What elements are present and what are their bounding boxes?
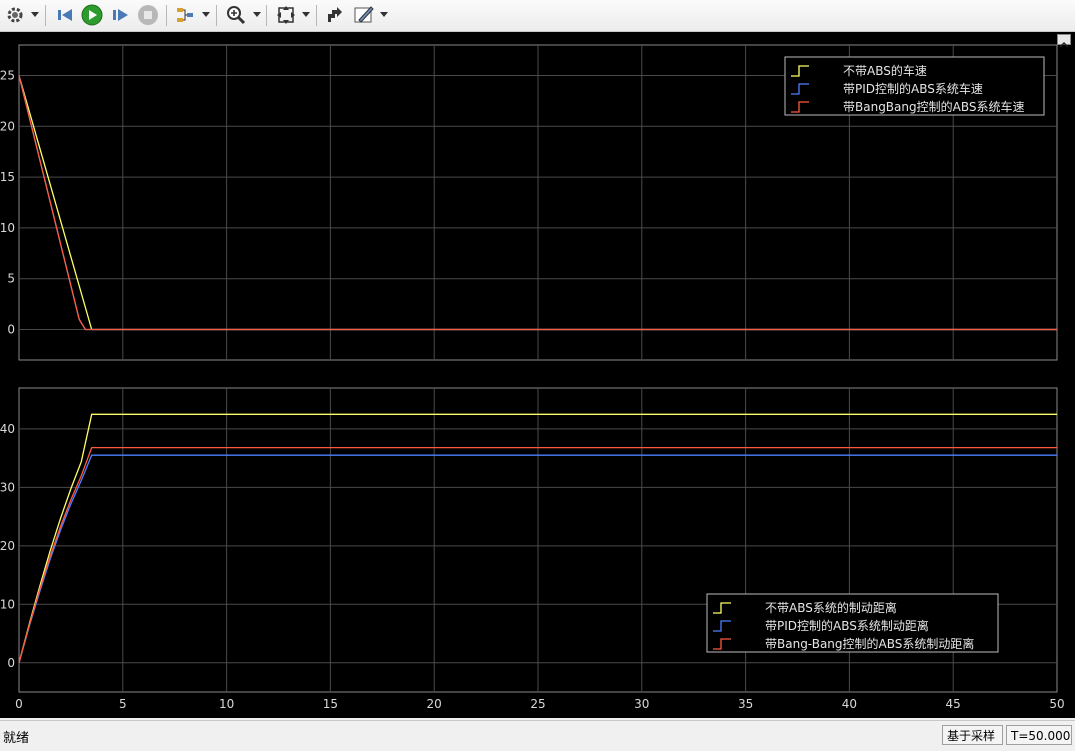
x-tick-label: 0 [15, 697, 23, 711]
y-tick-label: 0 [7, 323, 15, 337]
y-tick-label: 20 [0, 539, 15, 553]
status-text: 就绪 [3, 731, 30, 746]
x-tick-label: 15 [323, 697, 338, 711]
undock-icon[interactable] [1057, 34, 1071, 48]
sample-mode-label: 基于采样 [942, 725, 1003, 745]
x-tick-label: 35 [738, 697, 753, 711]
chevron-down-icon[interactable] [31, 9, 39, 21]
x-tick-label: 50 [1049, 697, 1064, 711]
toolbar-separator [266, 5, 267, 26]
x-tick-label: 40 [842, 697, 857, 711]
y-tick-label: 25 [0, 68, 15, 82]
legend-label: 带PID控制的ABS系统车速 [843, 81, 983, 96]
stop-icon[interactable] [136, 3, 160, 27]
toolbar [0, 0, 1075, 32]
x-tick-label: 25 [530, 697, 545, 711]
y-tick-label: 15 [0, 170, 15, 184]
step-forward-icon[interactable] [108, 3, 132, 27]
toolbar-separator [316, 5, 317, 26]
plot-panel-1: 0 5 10 15 20 25 不带ABS的车速带PID控制的ABS系统车速带BangBan… [0, 44, 1058, 361]
highlight-icon[interactable] [322, 3, 346, 27]
legend-label: 带PID控制的ABS系统制动距离 [765, 618, 929, 633]
chevron-down-icon[interactable] [380, 9, 388, 21]
legend-label: 带BangBang控制的ABS系统车速 [843, 99, 1024, 114]
toolbar-separator [45, 5, 46, 26]
y-tick-label: 30 [0, 480, 15, 494]
x-tick-label: 30 [634, 697, 649, 711]
gear-icon[interactable] [3, 3, 27, 27]
y-tick-label: 0 [7, 656, 15, 670]
signal-select-icon[interactable] [173, 3, 197, 27]
y-tick-label: 20 [0, 119, 15, 133]
chevron-down-icon[interactable] [302, 9, 310, 21]
simulation-time: T=50.000 [1006, 725, 1072, 745]
x-tick-label: 5 [119, 697, 127, 711]
toolbar-separator [166, 5, 167, 26]
autoscale-icon[interactable] [274, 3, 298, 27]
y-tick-label: 5 [7, 272, 15, 286]
measure-icon[interactable] [352, 3, 376, 27]
legend: 不带ABS系统的制动距离带PID控制的ABS系统制动距离带Bang-Bang控制… [706, 593, 999, 653]
y-tick-label: 10 [0, 597, 15, 611]
legend-label: 不带ABS的车速 [843, 63, 927, 78]
x-tick-label: 45 [946, 697, 961, 711]
status-bar: 就绪 基于采样 T=50.000 [0, 720, 1075, 751]
x-tick-label: 10 [219, 697, 234, 711]
chevron-down-icon[interactable] [202, 9, 210, 21]
y-tick-label: 10 [0, 221, 15, 235]
y-tick-label: 40 [0, 422, 15, 436]
scope-display: 0 5 10 15 20 25 不带ABS的车速带PID控制的ABS系统车速带BangBan… [0, 32, 1075, 718]
toolbar-separator [216, 5, 217, 26]
run-icon[interactable] [80, 3, 104, 27]
legend-label: 带Bang-Bang控制的ABS系统制动距离 [765, 636, 974, 651]
step-back-icon[interactable] [53, 3, 77, 27]
scope-plots: 0 5 10 15 20 25 不带ABS的车速带PID控制的ABS系统车速带BangBan… [0, 44, 1065, 711]
chevron-down-icon[interactable] [253, 9, 261, 21]
plot-panel-2: 0 10 20 30 40 0 5 10 15 20 25 30 35 40 45 50 不带ABS系统的制动距… [0, 387, 1065, 711]
zoom-in-icon[interactable] [224, 3, 248, 27]
legend-label: 不带ABS系统的制动距离 [765, 600, 897, 615]
legend: 不带ABS的车速带PID控制的ABS系统车速带BangBang控制的ABS系统车… [784, 56, 1045, 116]
x-tick-label: 20 [427, 697, 442, 711]
